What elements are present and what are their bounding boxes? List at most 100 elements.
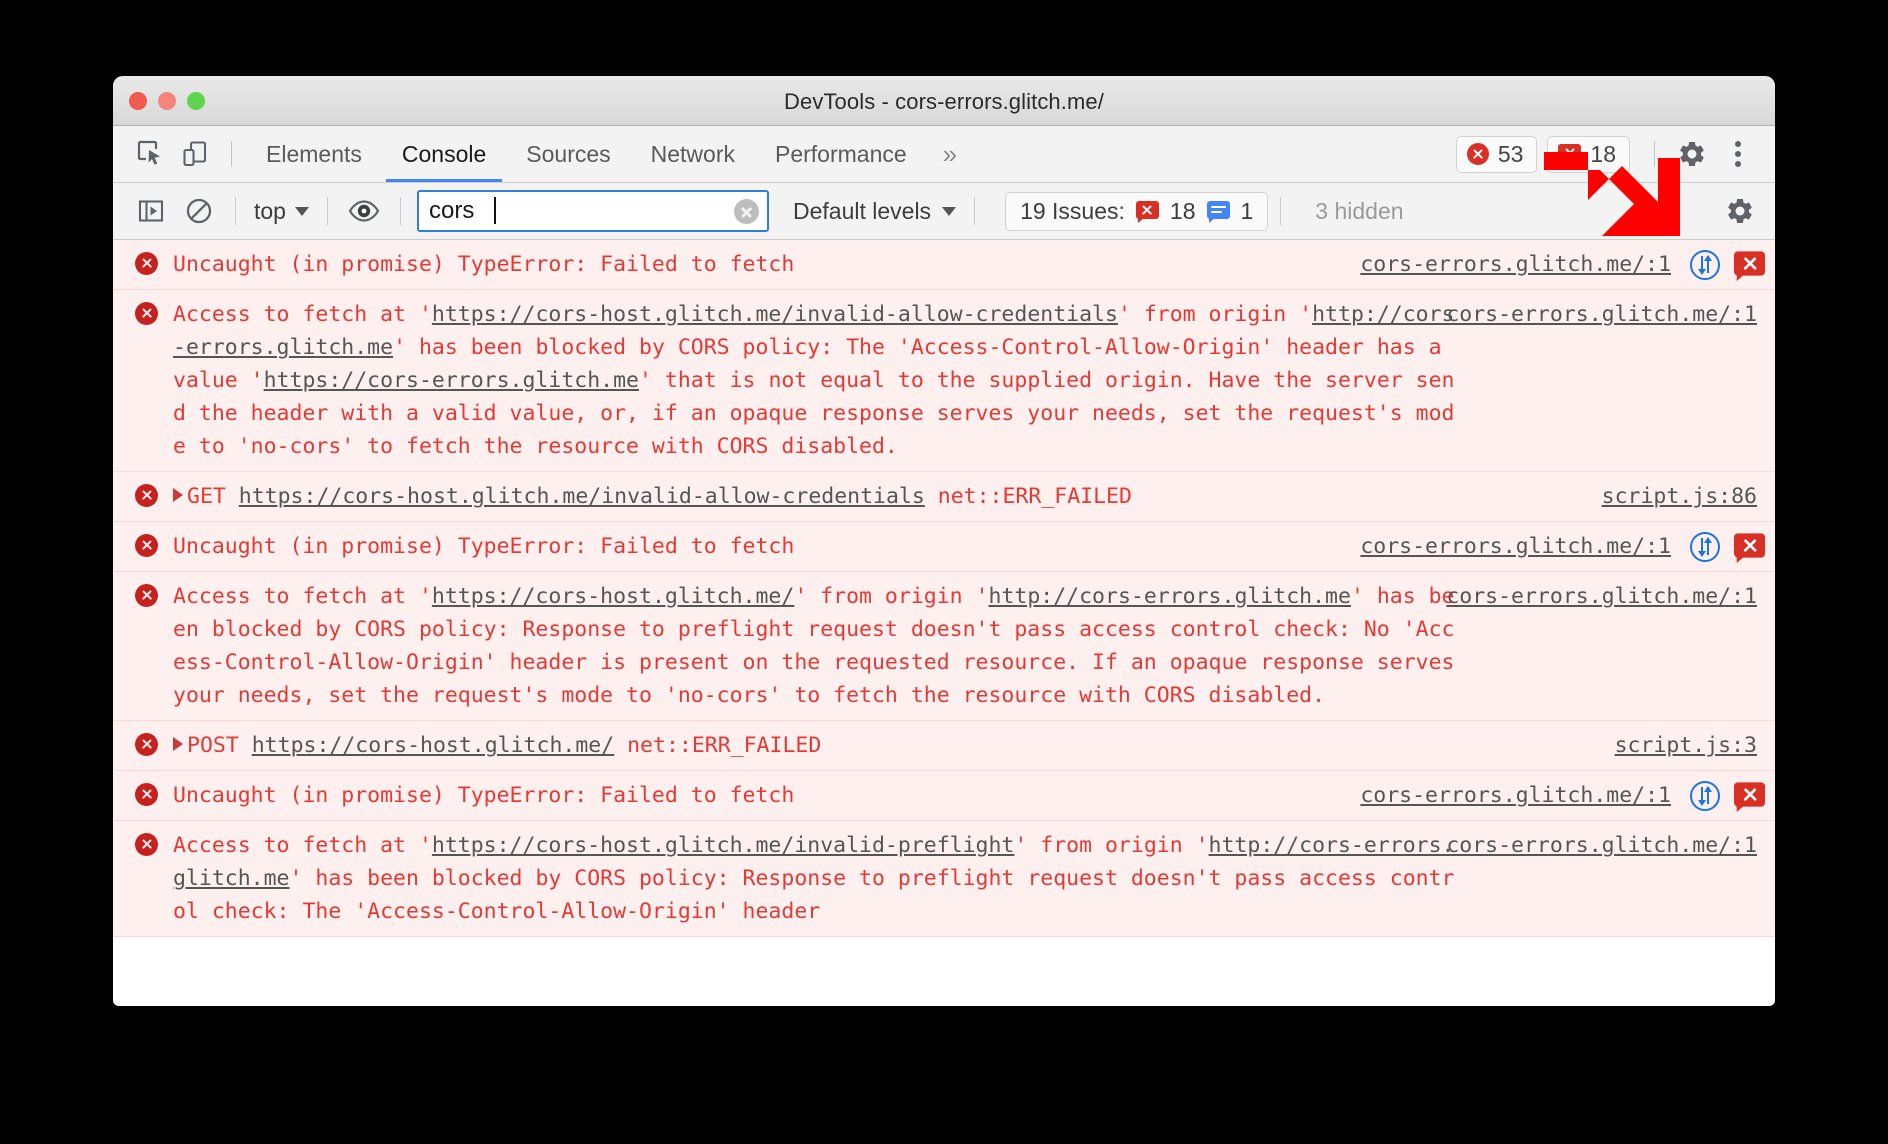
message-source-link[interactable]: cors-errors.glitch.me/:1	[1446, 584, 1757, 609]
console-sidebar-icon[interactable]	[127, 190, 175, 232]
console-message-text: Access to fetch at 'https://cors-host.gl…	[173, 580, 1458, 712]
tab-network[interactable]: Network	[631, 126, 755, 182]
message-action-icons	[1690, 250, 1766, 281]
issue-bubble-x-icon[interactable]	[1734, 781, 1766, 812]
execution-context-label: top	[254, 197, 286, 224]
message-source-link[interactable]: script.js:86	[1602, 484, 1757, 509]
message-text-fragment: Access to fetch at '	[173, 833, 432, 858]
clear-input-icon[interactable]	[733, 199, 759, 224]
tab-elements[interactable]: Elements	[246, 126, 382, 182]
expand-triangle-icon[interactable]	[173, 488, 183, 502]
window-titlebar: DevTools - cors-errors.glitch.me/	[113, 76, 1775, 126]
clear-console-icon[interactable]	[175, 190, 223, 232]
issue-count-badge[interactable]: 18	[1547, 135, 1630, 173]
issues-summary-button[interactable]: 19 Issues: 18 1	[1005, 191, 1269, 231]
console-message-row[interactable]: Uncaught (in promise) TypeError: Failed …	[113, 522, 1775, 572]
message-text-fragment: POST	[187, 733, 252, 758]
console-message-row[interactable]: Uncaught (in promise) TypeError: Failed …	[113, 240, 1775, 290]
hidden-messages-label: 3 hidden	[1315, 197, 1404, 224]
live-expression-eye-icon[interactable]	[340, 190, 388, 232]
console-message-row[interactable]: POST https://cors-host.glitch.me/ net::E…	[113, 721, 1775, 771]
screenshot-root: DevTools - cors-errors.glitch.me/ Elemen…	[0, 0, 1888, 1144]
message-url-link[interactable]: https://cors-errors.glitch.me	[264, 368, 639, 393]
message-url-link[interactable]: https://cors-host.glitch.me/invalid-allo…	[432, 302, 1118, 327]
chevron-down-icon	[942, 206, 957, 216]
tab-performance[interactable]: Performance	[755, 126, 927, 182]
status-divider	[1654, 141, 1655, 167]
message-url-link[interactable]: https://cors-host.glitch.me/	[252, 733, 614, 758]
message-url-link[interactable]: https://cors-host.glitch.me/	[432, 584, 794, 609]
error-circle-x-icon	[135, 783, 158, 806]
error-circle-x-icon	[1466, 143, 1489, 165]
more-tabs-icon[interactable]: »	[927, 126, 973, 182]
issues-info-count: 1	[1240, 197, 1254, 224]
console-message-text: Access to fetch at 'https://cors-host.gl…	[173, 829, 1458, 928]
tab-console[interactable]: Console	[382, 126, 506, 182]
devtools-tabbar: Elements Console Sources Network Perform…	[113, 126, 1775, 183]
network-request-icon[interactable]	[1690, 532, 1720, 562]
expand-triangle-icon[interactable]	[173, 737, 183, 751]
error-circle-x-icon	[135, 302, 158, 325]
message-source-link[interactable]: cors-errors.glitch.me/:1	[1360, 252, 1671, 277]
console-message-text: Uncaught (in promise) TypeError: Failed …	[173, 779, 1458, 812]
issues-label: 19 Issues:	[1020, 197, 1125, 224]
network-request-icon[interactable]	[1690, 250, 1720, 280]
panel-tabs: Elements Console Sources Network Perform…	[246, 126, 973, 182]
message-text-fragment: ' from origin '	[1014, 833, 1209, 858]
issue-bubble-info-icon	[1206, 200, 1230, 223]
console-settings-area	[1717, 190, 1775, 232]
message-url-link[interactable]: https://cors-host.glitch.me/invalid-allo…	[239, 484, 925, 509]
console-toolbar: top Default levels	[113, 183, 1775, 240]
message-url-link[interactable]: https://cors-host.glitch.me/invalid-pref…	[432, 833, 1014, 858]
console-message-list[interactable]: Uncaught (in promise) TypeError: Failed …	[113, 240, 1775, 1006]
window-title: DevTools - cors-errors.glitch.me/	[784, 89, 1104, 114]
console-message-inner: Access to fetch at 'https://cors-host.gl…	[113, 298, 1775, 463]
console-message-row[interactable]: Access to fetch at 'https://cors-host.gl…	[113, 290, 1775, 472]
console-message-inner: Access to fetch at 'https://cors-host.gl…	[113, 580, 1775, 712]
issue-count-value: 18	[1590, 140, 1616, 167]
console-message-row[interactable]: GET https://cors-host.glitch.me/invalid-…	[113, 472, 1775, 522]
console-message-text: GET https://cors-host.glitch.me/invalid-…	[173, 480, 1458, 513]
error-count-badge[interactable]: 53	[1455, 135, 1538, 173]
error-circle-x-icon	[135, 833, 158, 856]
message-text-fragment: ' has been blocked by CORS policy: Respo…	[173, 866, 1455, 924]
inspect-cursor-icon[interactable]	[129, 134, 173, 174]
toolbar-divider	[399, 197, 401, 225]
error-count-value: 53	[1497, 140, 1524, 167]
message-url-link[interactable]: http://cors-errors.glitch.me	[989, 584, 1351, 609]
console-message-inner: Access to fetch at 'https://cors-host.gl…	[113, 829, 1775, 928]
message-text-fragment: Uncaught (in promise) TypeError: Failed …	[173, 783, 795, 808]
device-toolbar-icon[interactable]	[173, 134, 217, 174]
message-source-link[interactable]: cors-errors.glitch.me/:1	[1446, 833, 1757, 858]
console-message-text: Uncaught (in promise) TypeError: Failed …	[173, 530, 1458, 563]
message-action-icons	[1690, 781, 1766, 812]
console-message-row[interactable]: Uncaught (in promise) TypeError: Failed …	[113, 771, 1775, 821]
tabbar-status-area: 53 18	[1455, 133, 1775, 175]
message-source-link[interactable]: script.js:3	[1615, 733, 1757, 758]
error-circle-x-icon	[135, 584, 158, 607]
issue-bubble-x-icon	[1135, 200, 1159, 223]
toolbar-divider	[1280, 197, 1282, 225]
message-source-link[interactable]: cors-errors.glitch.me/:1	[1360, 783, 1671, 808]
message-source-link[interactable]: cors-errors.glitch.me/:1	[1360, 534, 1671, 559]
console-message-row[interactable]: Access to fetch at 'https://cors-host.gl…	[113, 572, 1775, 721]
message-text-fragment: net::ERR_FAILED	[614, 733, 822, 758]
gear-icon[interactable]	[1669, 133, 1715, 175]
console-message-row[interactable]: Access to fetch at 'https://cors-host.gl…	[113, 821, 1775, 937]
kebab-menu-icon[interactable]	[1715, 133, 1761, 175]
execution-context-select[interactable]: top	[248, 198, 315, 225]
log-levels-label: Default levels	[792, 197, 932, 224]
toolbar-divider	[326, 197, 328, 225]
search-input[interactable]	[416, 190, 769, 232]
message-text-fragment: Uncaught (in promise) TypeError: Failed …	[173, 252, 795, 277]
gear-icon[interactable]	[1717, 190, 1763, 232]
text-cursor	[493, 197, 496, 224]
issue-bubble-x-icon[interactable]	[1734, 532, 1766, 563]
message-text-fragment: net::ERR_FAILED	[924, 484, 1132, 509]
tab-sources[interactable]: Sources	[506, 126, 630, 182]
console-message-inner: Uncaught (in promise) TypeError: Failed …	[113, 530, 1775, 563]
issue-bubble-x-icon[interactable]	[1734, 250, 1766, 281]
log-levels-select[interactable]: Default levels	[787, 198, 962, 225]
message-source-link[interactable]: cors-errors.glitch.me/:1	[1446, 302, 1757, 327]
network-request-icon[interactable]	[1690, 781, 1720, 811]
